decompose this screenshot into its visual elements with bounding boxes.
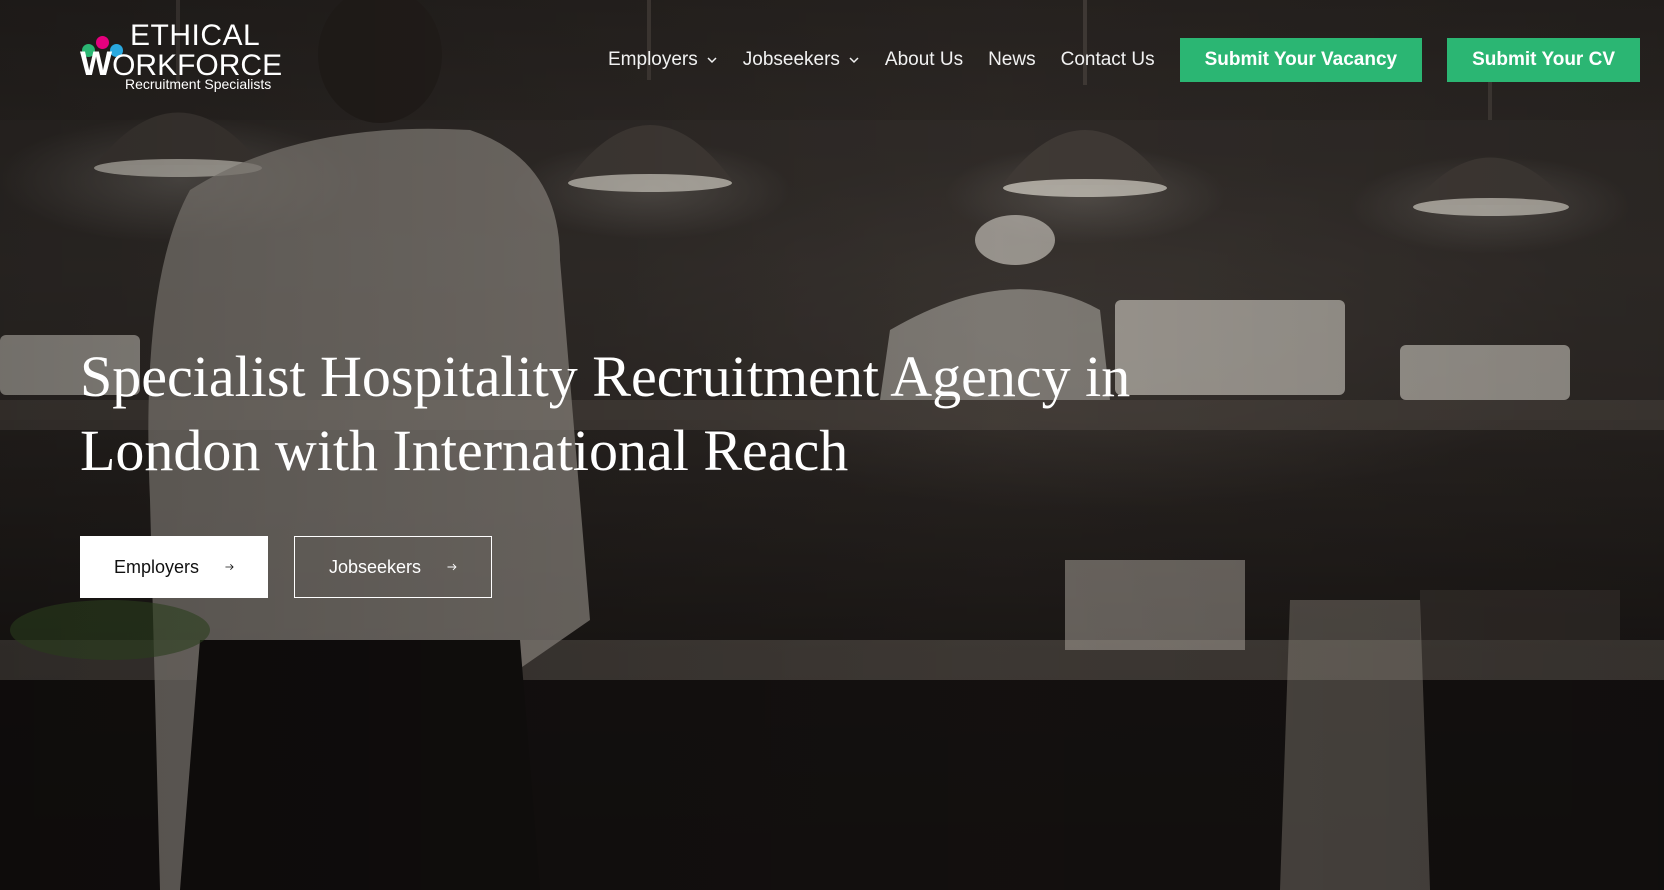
nav-item-jobseekers[interactable]: Jobseekers <box>743 49 860 71</box>
jobseekers-button-label: Jobseekers <box>329 556 422 577</box>
chevron-down-icon <box>707 57 717 64</box>
nav-item-label: About Us <box>884 49 964 70</box>
hero-buttons: Employers Jobseekers <box>80 536 492 598</box>
hero-section: ETHICAL WORKFORCE Recruitment Specialist… <box>0 0 1664 890</box>
site-header: ETHICAL WORKFORCE Recruitment Specialist… <box>0 0 1664 120</box>
main-nav: Employers Jobseekers About Us News Conta… <box>608 38 1640 82</box>
logo-initial-w: W <box>80 45 113 83</box>
nav-item-employers[interactable]: Employers <box>608 49 718 71</box>
employers-button[interactable]: Employers <box>80 536 268 598</box>
arrow-right-icon <box>225 564 234 570</box>
submit-vacancy-button[interactable]: Submit Your Vacancy <box>1179 38 1423 82</box>
nav-item-contact-us[interactable]: Contact Us <box>1061 49 1155 71</box>
logo-tagline: Recruitment Specialists <box>125 76 272 92</box>
arrow-right-icon <box>447 563 457 571</box>
nav-item-label: News <box>988 49 1036 70</box>
nav-item-about-us[interactable]: About Us <box>885 49 963 71</box>
ethical-workforce-logo[interactable]: ETHICAL WORKFORCE Recruitment Specialist… <box>80 20 282 95</box>
nav-item-label: Employers <box>608 49 698 70</box>
nav-item-news[interactable]: News <box>988 49 1036 71</box>
chevron-down-icon <box>849 57 859 64</box>
jobseekers-button[interactable]: Jobseekers <box>294 536 492 598</box>
hero-headline: Specialist Hospitality Recruitment Agenc… <box>80 344 1131 483</box>
employers-button-label: Employers <box>114 556 200 577</box>
nav-item-label: Jobseekers <box>742 49 840 70</box>
submit-cv-button[interactable]: Submit Your CV <box>1447 38 1640 82</box>
nav-item-label: Contact Us <box>1060 49 1155 70</box>
